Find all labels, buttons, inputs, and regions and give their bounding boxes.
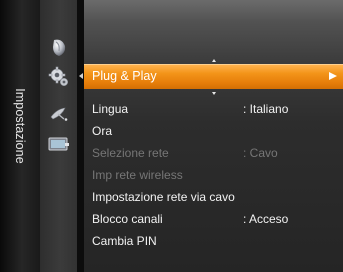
scroll-up-indicator[interactable]	[212, 59, 216, 62]
menu-item-cambia-pin[interactable]: Cambia PIN	[92, 231, 157, 251]
category-tab: Impostazione	[0, 0, 40, 272]
menu-item-plug-and-play[interactable]: Plug & Play	[84, 64, 343, 89]
satellite-dish-icon[interactable]	[49, 107, 69, 126]
menu-item-label: Imp rete wireless	[92, 168, 183, 182]
menu-item-value: : Cavo	[243, 146, 278, 160]
menu-item-label: Lingua	[92, 102, 129, 116]
menu-item-value: : Italiano	[243, 102, 289, 116]
category-label: Impostazione	[13, 88, 27, 164]
input-screen-icon[interactable]	[48, 137, 70, 156]
menu-item-label: Blocco canali	[92, 212, 163, 226]
menu-item-selezione-rete: Selezione rete : Cavo	[92, 143, 278, 163]
menu-item-imp-rete-wireless: Imp rete wireless	[92, 165, 183, 185]
menu-item-label: Ora	[92, 124, 113, 138]
picture-icon[interactable]	[50, 38, 68, 63]
menu-item-impostazione-rete-via-cavo[interactable]: Impostazione rete via cavo	[92, 187, 235, 207]
menu-item-label: Plug & Play	[92, 69, 157, 83]
submenu-arrow-icon	[329, 72, 337, 80]
scroll-down-indicator[interactable]	[212, 92, 216, 95]
menu-item-lingua[interactable]: Lingua : Italiano	[92, 99, 288, 119]
category-icon-column	[40, 0, 77, 272]
menu-item-blocco-canali[interactable]: Blocco canali : Acceso	[92, 209, 288, 229]
active-category-pointer	[79, 73, 83, 79]
menu-item-label: Cambia PIN	[92, 234, 157, 248]
menu-item-value: : Acceso	[243, 212, 289, 226]
menu-item-label: Selezione rete	[92, 146, 169, 160]
menu-item-label: Impostazione rete via cavo	[92, 190, 235, 204]
menu-item-ora[interactable]: Ora	[92, 121, 112, 141]
setup-gear-icon[interactable]	[48, 66, 70, 93]
